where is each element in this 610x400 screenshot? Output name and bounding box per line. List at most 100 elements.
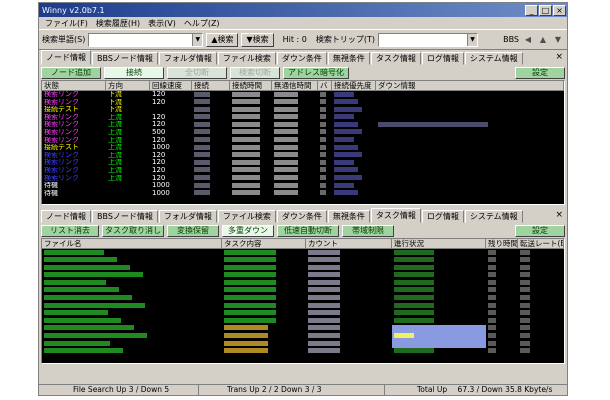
col-connect-time[interactable]: 接続時間: [230, 81, 272, 91]
col-connection[interactable]: 接続: [192, 81, 230, 91]
search-disconnect-button[interactable]: 検索切断: [230, 66, 280, 79]
node-row[interactable]: 接続テスト 上流 1000: [42, 144, 564, 152]
band-limit-button[interactable]: 帯域制限: [342, 224, 394, 237]
redacted-value: [334, 137, 354, 143]
node-row[interactable]: 検索リンク 上流 120: [42, 159, 564, 167]
node-list[interactable]: 状態 方向 回線速度 接続 接続時間 無通信時間 バ 接続優先度 ダウン情報 検…: [41, 80, 565, 205]
tab-bbs-node-info[interactable]: BBSノード情報: [92, 210, 158, 223]
task-row[interactable]: [42, 302, 564, 310]
col-count[interactable]: カウント: [306, 239, 392, 249]
tab-down-condition[interactable]: ダウン条件: [276, 52, 327, 65]
down-icon[interactable]: ▼: [552, 33, 564, 47]
task-row[interactable]: [42, 295, 564, 303]
tab-file-search[interactable]: ファイル検索: [217, 210, 276, 223]
node-row[interactable]: 検索リンク 上流 120: [42, 167, 564, 175]
search-down-button[interactable]: ▼検索: [241, 32, 274, 47]
task-row[interactable]: [42, 332, 564, 341]
chevron-down-icon[interactable]: ▼: [467, 33, 478, 46]
col-priority[interactable]: 接続優先度: [332, 81, 376, 91]
node-row[interactable]: 待機 1000: [42, 190, 564, 198]
col-progress[interactable]: 進行状況: [392, 239, 486, 249]
node-row[interactable]: 検索リンク 下流 120: [42, 99, 564, 107]
task-row[interactable]: [42, 310, 564, 318]
col-down-info[interactable]: ダウン情報: [376, 81, 564, 91]
task-row[interactable]: [42, 317, 564, 325]
tab-ignore-condition[interactable]: 無視条件: [327, 210, 370, 223]
minimize-button[interactable]: _: [525, 4, 538, 16]
close-icon[interactable]: ×: [555, 52, 563, 62]
col-idle-time[interactable]: 無通信時間: [272, 81, 318, 91]
node-row[interactable]: 検索リンク 上流 120: [42, 137, 564, 145]
tab-log-info[interactable]: ログ情報: [421, 52, 464, 65]
node-row[interactable]: 検索リンク 上流 120: [42, 152, 564, 160]
col-file-name[interactable]: ファイル名: [42, 239, 222, 249]
task-row[interactable]: [42, 279, 564, 287]
menu-help[interactable]: ヘルプ(Z): [180, 18, 224, 29]
tab-system-info[interactable]: システム情報: [464, 52, 523, 65]
cancel-task-button[interactable]: タスク取り消し: [102, 224, 164, 237]
col-state[interactable]: 状態: [42, 81, 106, 91]
redacted-value: [320, 129, 326, 135]
tab-folder-info[interactable]: フォルダ情報: [158, 210, 217, 223]
tab-node-info[interactable]: ノード情報: [41, 210, 91, 223]
menu-search-history[interactable]: 検索履歴(H): [92, 18, 144, 29]
tab-file-search[interactable]: ファイル検索: [217, 52, 276, 65]
col-version[interactable]: バ: [318, 81, 332, 91]
redacted-value: [224, 287, 276, 293]
tab-task-info[interactable]: タスク情報: [370, 52, 421, 65]
tab-log-info[interactable]: ログ情報: [421, 210, 464, 223]
tab-folder-info[interactable]: フォルダ情報: [158, 52, 217, 65]
node-row[interactable]: 検索リンク 下流 120: [42, 91, 564, 99]
multi-down-button[interactable]: 多重ダウン: [222, 224, 274, 237]
close-button[interactable]: ×: [553, 4, 566, 16]
task-row[interactable]: [42, 324, 564, 333]
col-transfer-rate[interactable]: 転送レート(B): [518, 239, 564, 249]
clear-list-button[interactable]: リスト消去: [41, 224, 99, 237]
node-row[interactable]: 待機 1000: [42, 182, 564, 190]
task-row[interactable]: [42, 340, 564, 348]
node-row[interactable]: 検索リンク 上流 120: [42, 121, 564, 129]
task-row[interactable]: [42, 272, 564, 280]
col-remaining-time[interactable]: 残り時間: [486, 239, 518, 249]
task-list[interactable]: ファイル名 タスク内容 カウント 進行状況 残り時間 転送レート(B): [41, 238, 565, 364]
connect-button[interactable]: 接続: [104, 66, 164, 79]
keyword-combo[interactable]: ▼: [88, 32, 204, 47]
tab-node-info[interactable]: ノード情報: [41, 50, 91, 65]
task-row[interactable]: [42, 348, 564, 356]
chevron-down-icon[interactable]: ▼: [192, 33, 203, 46]
search-up-button[interactable]: ▲検索: [206, 32, 239, 47]
address-encrypt-button[interactable]: アドレス暗号化: [283, 66, 349, 79]
low-speed-cut-button[interactable]: 低速自動切断: [277, 224, 339, 237]
close-icon[interactable]: ×: [555, 210, 563, 220]
col-task-content[interactable]: タスク内容: [222, 239, 306, 249]
node-row[interactable]: 検索リンク 上流 500: [42, 129, 564, 137]
task-row[interactable]: [42, 257, 564, 265]
up-icon[interactable]: ▲: [537, 33, 549, 47]
menu-file[interactable]: ファイル(F): [41, 18, 92, 29]
col-line-speed[interactable]: 回線速度: [150, 81, 192, 91]
tab-ignore-condition[interactable]: 無視条件: [327, 52, 370, 65]
trip-combo[interactable]: ▼: [378, 32, 479, 47]
status-trans: Trans Up 2 / 2 Down 3 / 3: [199, 385, 385, 395]
node-row[interactable]: 検索リンク 上流 120: [42, 114, 564, 122]
tab-bbs-node-info[interactable]: BBSノード情報: [92, 52, 158, 65]
disconnect-all-button[interactable]: 全切断: [167, 66, 227, 79]
task-row[interactable]: [42, 287, 564, 295]
node-settings-button[interactable]: 設定: [515, 66, 565, 79]
add-node-button[interactable]: ノード追加: [41, 66, 101, 79]
node-idle-cell: [272, 106, 318, 114]
node-row[interactable]: 接続テスト 下流: [42, 106, 564, 114]
tab-down-condition[interactable]: ダウン条件: [276, 210, 327, 223]
node-row[interactable]: 検索リンク 上流 120: [42, 175, 564, 183]
task-settings-button[interactable]: 設定: [515, 224, 565, 237]
back-icon[interactable]: ◀: [522, 33, 534, 47]
maximize-button[interactable]: □: [539, 4, 552, 16]
menu-view[interactable]: 表示(V): [144, 18, 180, 29]
redacted-value: [232, 159, 260, 165]
tab-system-info[interactable]: システム情報: [464, 210, 523, 223]
task-row[interactable]: [42, 264, 564, 272]
col-direction[interactable]: 方向: [106, 81, 150, 91]
task-row[interactable]: [42, 249, 564, 257]
tab-task-info[interactable]: タスク情報: [370, 208, 421, 223]
convert-save-button[interactable]: 変換保留: [167, 224, 219, 237]
